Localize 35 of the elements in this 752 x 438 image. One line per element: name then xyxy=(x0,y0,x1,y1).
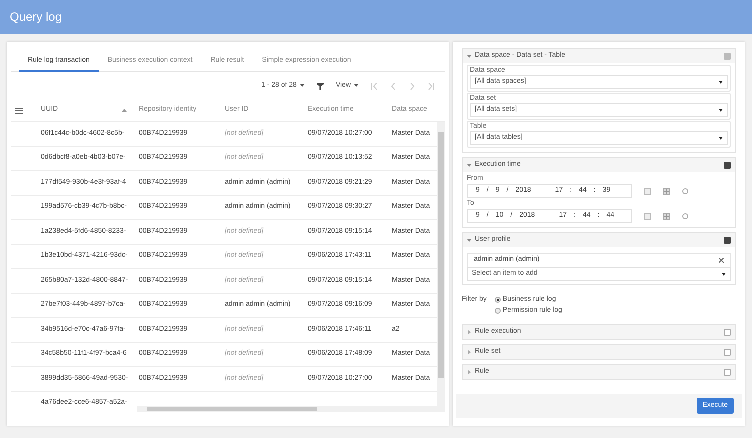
grid-icon[interactable] xyxy=(663,212,670,220)
caret-icon xyxy=(722,272,726,276)
clock-icon[interactable] xyxy=(682,212,689,220)
checkbox[interactable] xyxy=(724,348,731,356)
first-page-icon[interactable] xyxy=(371,82,378,90)
expand-caret-icon[interactable] xyxy=(467,330,472,334)
menu-icon[interactable] xyxy=(15,108,23,114)
caret-icon xyxy=(354,84,359,88)
filter-icon[interactable] xyxy=(316,82,324,90)
remove-icon[interactable] xyxy=(719,258,724,263)
vertical-scrollbar[interactable] xyxy=(437,122,445,412)
checkbox[interactable] xyxy=(724,368,731,376)
calendar-icon[interactable] xyxy=(644,212,651,220)
caret-icon xyxy=(719,108,723,112)
caret-icon xyxy=(719,80,723,84)
caret-icon xyxy=(719,136,723,140)
horizontal-scrollbar[interactable] xyxy=(137,406,437,412)
expand-caret-icon[interactable] xyxy=(467,350,472,354)
radio-button[interactable] xyxy=(494,308,501,314)
page-title: Query log xyxy=(10,9,62,26)
grid-icon[interactable] xyxy=(663,188,670,194)
checkbox[interactable] xyxy=(724,236,731,244)
last-page-icon[interactable] xyxy=(428,82,435,90)
caret-icon xyxy=(300,84,305,88)
previous-page-icon[interactable] xyxy=(390,82,397,90)
clock-icon[interactable] xyxy=(682,188,689,194)
checkbox[interactable] xyxy=(724,162,731,168)
expand-caret-icon[interactable] xyxy=(467,370,472,374)
next-page-icon[interactable] xyxy=(409,82,416,90)
radio-button[interactable] xyxy=(494,297,501,304)
collapse-caret-icon[interactable] xyxy=(467,162,472,168)
calendar-icon[interactable] xyxy=(644,188,651,194)
sort-ascending-icon[interactable] xyxy=(122,109,127,112)
collapse-caret-icon[interactable] xyxy=(467,238,472,242)
checkbox[interactable] xyxy=(724,328,731,336)
